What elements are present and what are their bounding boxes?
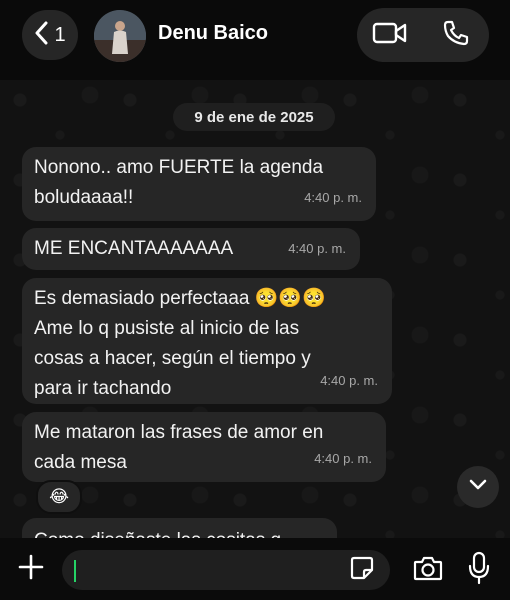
- attach-button[interactable]: [14, 552, 48, 586]
- call-actions: [357, 8, 489, 62]
- message-bubble[interactable]: ME ENCANTAAAAAAA 4:40 p. m.: [22, 228, 360, 270]
- message-time: 4:40 p. m.: [320, 373, 378, 388]
- message-time: 4:40 p. m.: [304, 190, 362, 205]
- voice-message-button[interactable]: [463, 551, 495, 589]
- plus-icon: [17, 553, 45, 586]
- back-button[interactable]: 1: [22, 10, 78, 60]
- message-bubble[interactable]: Es demasiado perfectaaa 🥺🥺🥺 Ame lo q pus…: [22, 278, 392, 404]
- unread-count: 1: [54, 23, 66, 46]
- microphone-icon: [467, 551, 491, 590]
- chevron-down-icon: [469, 478, 487, 496]
- avatar-photo: [94, 10, 146, 62]
- message-time: 4:40 p. m.: [288, 241, 346, 256]
- contact-name[interactable]: Denu Baico: [158, 22, 268, 45]
- text-caret: [74, 560, 76, 582]
- message-time: 4:40 p. m.: [314, 451, 372, 466]
- message-input[interactable]: [62, 550, 390, 590]
- chat-header: 1 Denu Baico: [0, 0, 510, 80]
- video-call-button[interactable]: [357, 8, 423, 62]
- camera-icon: [412, 554, 444, 587]
- camera-button[interactable]: [410, 553, 446, 587]
- phone-icon: [442, 19, 470, 52]
- message-bubble[interactable]: Nonono.. amo FUERTE la agenda boludaaaa!…: [22, 147, 376, 221]
- scroll-to-bottom-button[interactable]: [457, 466, 499, 508]
- message-reaction[interactable]: 😂: [36, 480, 82, 514]
- voice-call-button[interactable]: [423, 8, 489, 62]
- message-composer: [0, 538, 510, 600]
- sticker-button[interactable]: [346, 554, 378, 586]
- chevron-left-icon: [34, 21, 48, 50]
- date-separator: 9 de ene de 2025: [173, 103, 335, 131]
- sticker-icon: [349, 555, 375, 586]
- message-bubble[interactable]: Me mataron las frases de amor en cada me…: [22, 412, 386, 482]
- avatar[interactable]: [94, 10, 146, 62]
- video-camera-icon: [372, 21, 408, 50]
